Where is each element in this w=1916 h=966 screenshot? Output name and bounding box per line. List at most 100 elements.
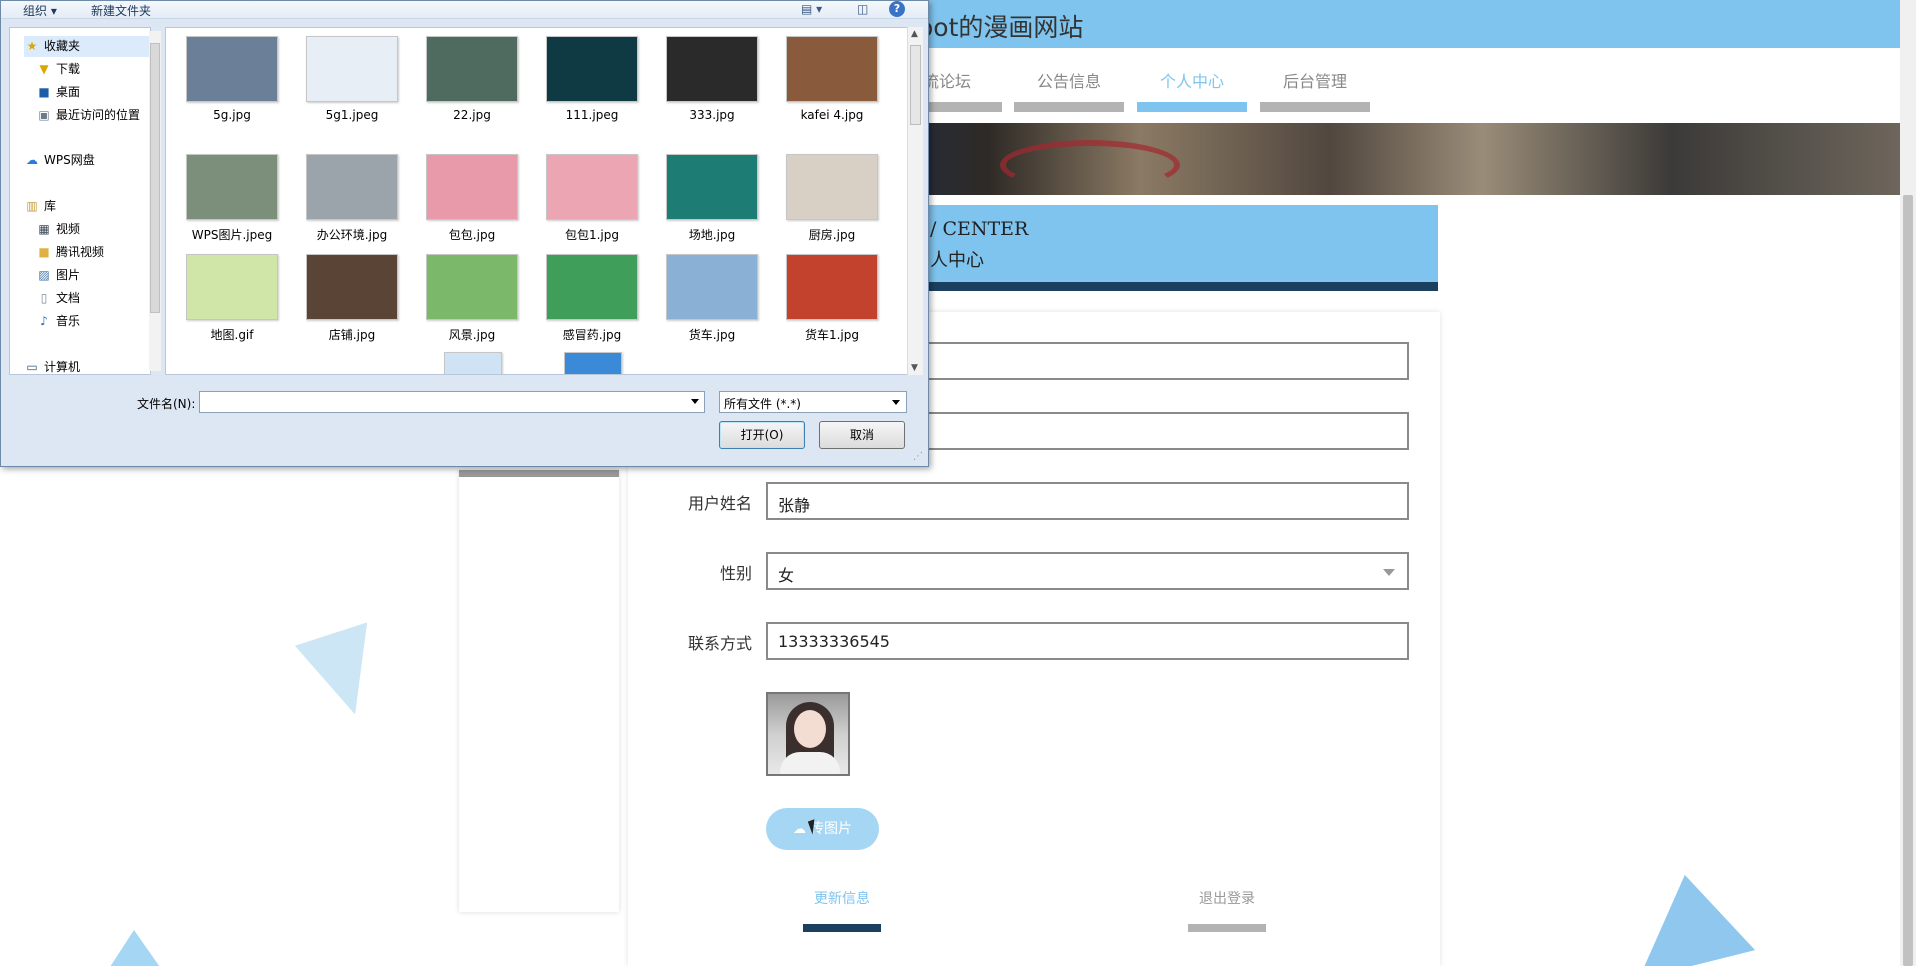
file-thumbnail [666, 254, 758, 320]
scroll-down-icon[interactable]: ▼ [911, 363, 918, 373]
file-item-partial[interactable] [414, 352, 530, 374]
nav-videos-label: 视频 [56, 222, 81, 236]
desktop-icon: ■ [38, 85, 50, 99]
nav-videos[interactable]: ▦ 视频 [36, 219, 150, 240]
file-name: 包包1.jpg [564, 228, 620, 242]
gender-select[interactable]: 女 [766, 552, 1409, 590]
nav-underline [1137, 102, 1247, 112]
file-item[interactable]: 5g.jpg [174, 36, 290, 134]
star-icon: ★ [26, 39, 38, 53]
section-title-en: / CENTER [930, 218, 1029, 240]
filename-input[interactable] [199, 391, 705, 413]
nav-announcements-label: 公告信息 [1036, 72, 1101, 91]
logout-label: 退出登录 [1199, 891, 1255, 907]
filename-history-dropdown-icon[interactable] [691, 399, 699, 404]
navigation-scrollbar[interactable] [149, 31, 161, 371]
open-button[interactable]: 打开(O) [719, 421, 805, 449]
upload-image-button[interactable]: ☁ 传图片 [766, 808, 879, 850]
nav-libraries[interactable]: ▥ 库 [24, 196, 150, 217]
file-item[interactable]: 厨房.jpg [774, 154, 890, 252]
chevron-down-icon [892, 400, 900, 405]
chevron-down-icon [1383, 569, 1395, 576]
file-item[interactable]: 地图.gif [174, 254, 290, 352]
file-name: WPS图片.jpeg [191, 228, 273, 242]
file-thumbnail [426, 254, 518, 320]
nav-personal-center[interactable]: 个人中心 [1137, 60, 1247, 112]
file-name: 办公环境.jpg [316, 228, 388, 242]
nav-downloads-label: 下载 [56, 62, 81, 76]
nav-admin-label: 后台管理 [1282, 72, 1347, 91]
file-thumbnail [186, 254, 278, 320]
help-icon[interactable]: ? [889, 1, 905, 17]
logout-button[interactable]: 退出登录 [1188, 888, 1266, 932]
view-options-icon[interactable]: ▤ ▾ [801, 2, 822, 16]
nav-documents[interactable]: ▯ 文档 [36, 288, 150, 309]
nav-personal-center-label: 个人中心 [1159, 72, 1224, 91]
file-item[interactable]: WPS图片.jpeg [174, 154, 290, 252]
nav-downloads[interactable]: ▼ 下载 [36, 59, 150, 80]
new-folder-button[interactable]: 新建文件夹 [91, 2, 151, 19]
name-field[interactable]: 张静 [766, 482, 1409, 520]
nav-announcements[interactable]: 公告信息 [1014, 60, 1124, 112]
open-file-dialog: 组织 ▾ 新建文件夹 ▤ ▾ ◫ ? ★ 收藏夹 ▼ 下载 ■ 桌面 ▣ 最近访问的位置… [0, 0, 929, 467]
file-item[interactable]: 包包.jpg [414, 154, 530, 252]
decor-triangle [108, 930, 162, 966]
nav-desktop-label: 桌面 [56, 85, 81, 99]
file-item[interactable]: 333.jpg [654, 36, 770, 134]
navigation-scrollbar-thumb[interactable] [150, 43, 160, 313]
nav-pictures[interactable]: ▨ 图片 [36, 265, 150, 286]
gender-value: 女 [778, 566, 795, 585]
file-item[interactable]: 5g1.jpeg [294, 36, 410, 134]
nav-forum-label: 流论坛 [922, 72, 971, 91]
scroll-up-icon[interactable]: ▲ [911, 29, 918, 39]
filename-label: 文件名(N): [137, 397, 196, 411]
file-item[interactable]: 风景.jpg [414, 254, 530, 352]
file-list-scrollbar[interactable]: ▲ ▼ [907, 27, 923, 375]
file-item[interactable]: 22.jpg [414, 36, 530, 134]
update-info-button[interactable]: 更新信息 [803, 888, 881, 932]
file-name: 地图.gif [210, 328, 254, 342]
file-thumbnail [426, 154, 518, 220]
dialog-toolbar: 组织 ▾ 新建文件夹 ▤ ▾ ◫ ? [1, 1, 928, 19]
logout-underline [1188, 924, 1266, 932]
file-item[interactable]: 包包1.jpg [534, 154, 650, 252]
file-item[interactable]: 办公环境.jpg [294, 154, 410, 252]
resize-grip-icon[interactable]: ⋰ [913, 451, 923, 462]
phone-field[interactable]: 13333336545 [766, 622, 1409, 660]
nav-wps-cloud-label: WPS网盘 [44, 153, 95, 167]
file-item[interactable]: 店铺.jpg [294, 254, 410, 352]
nav-favorites[interactable]: ★ 收藏夹 [24, 36, 150, 57]
nav-recent-places-label: 最近访问的位置 [56, 108, 141, 122]
nav-music[interactable]: ♪ 音乐 [36, 311, 150, 332]
page-scrollbar-thumb[interactable] [1903, 195, 1913, 966]
nav-desktop[interactable]: ■ 桌面 [36, 82, 150, 103]
file-item[interactable]: 111.jpeg [534, 36, 650, 134]
file-item[interactable]: 货车1.jpg [774, 254, 890, 352]
file-thumbnail [786, 36, 878, 102]
cloud-icon: ☁ [26, 153, 38, 167]
nav-tencent-video[interactable]: ■ 腾讯视频 [36, 242, 150, 263]
site-title: oot的漫画网站 [918, 13, 1084, 42]
nav-recent-places[interactable]: ▣ 最近访问的位置 [36, 105, 150, 126]
organize-menu[interactable]: 组织 ▾ [23, 2, 57, 19]
file-item-partial[interactable] [534, 352, 650, 374]
nav-admin[interactable]: 后台管理 [1260, 60, 1370, 112]
nav-documents-label: 文档 [56, 291, 81, 305]
file-item[interactable]: 货车.jpg [654, 254, 770, 352]
file-thumbnail [306, 254, 398, 320]
cancel-button[interactable]: 取消 [819, 421, 905, 449]
nav-computer[interactable]: ▭ 计算机 [24, 357, 150, 374]
recent-places-icon: ▣ [38, 108, 50, 122]
phone-label: 联系方式 [687, 634, 752, 653]
file-item[interactable]: 感冒药.jpg [534, 254, 650, 352]
file-thumbnail [444, 352, 502, 374]
file-list-scrollbar-thumb[interactable] [910, 45, 921, 125]
file-name: 5g1.jpeg [325, 108, 379, 122]
nav-wps-cloud[interactable]: ☁ WPS网盘 [24, 150, 150, 171]
preview-pane-icon[interactable]: ◫ [857, 2, 868, 16]
file-type-select[interactable]: 所有文件 (*.*) [719, 391, 907, 413]
avatar [766, 692, 850, 776]
file-item[interactable]: 场地.jpg [654, 154, 770, 252]
file-thumbnail [786, 254, 878, 320]
file-item[interactable]: kafei 4.jpg [774, 36, 890, 134]
